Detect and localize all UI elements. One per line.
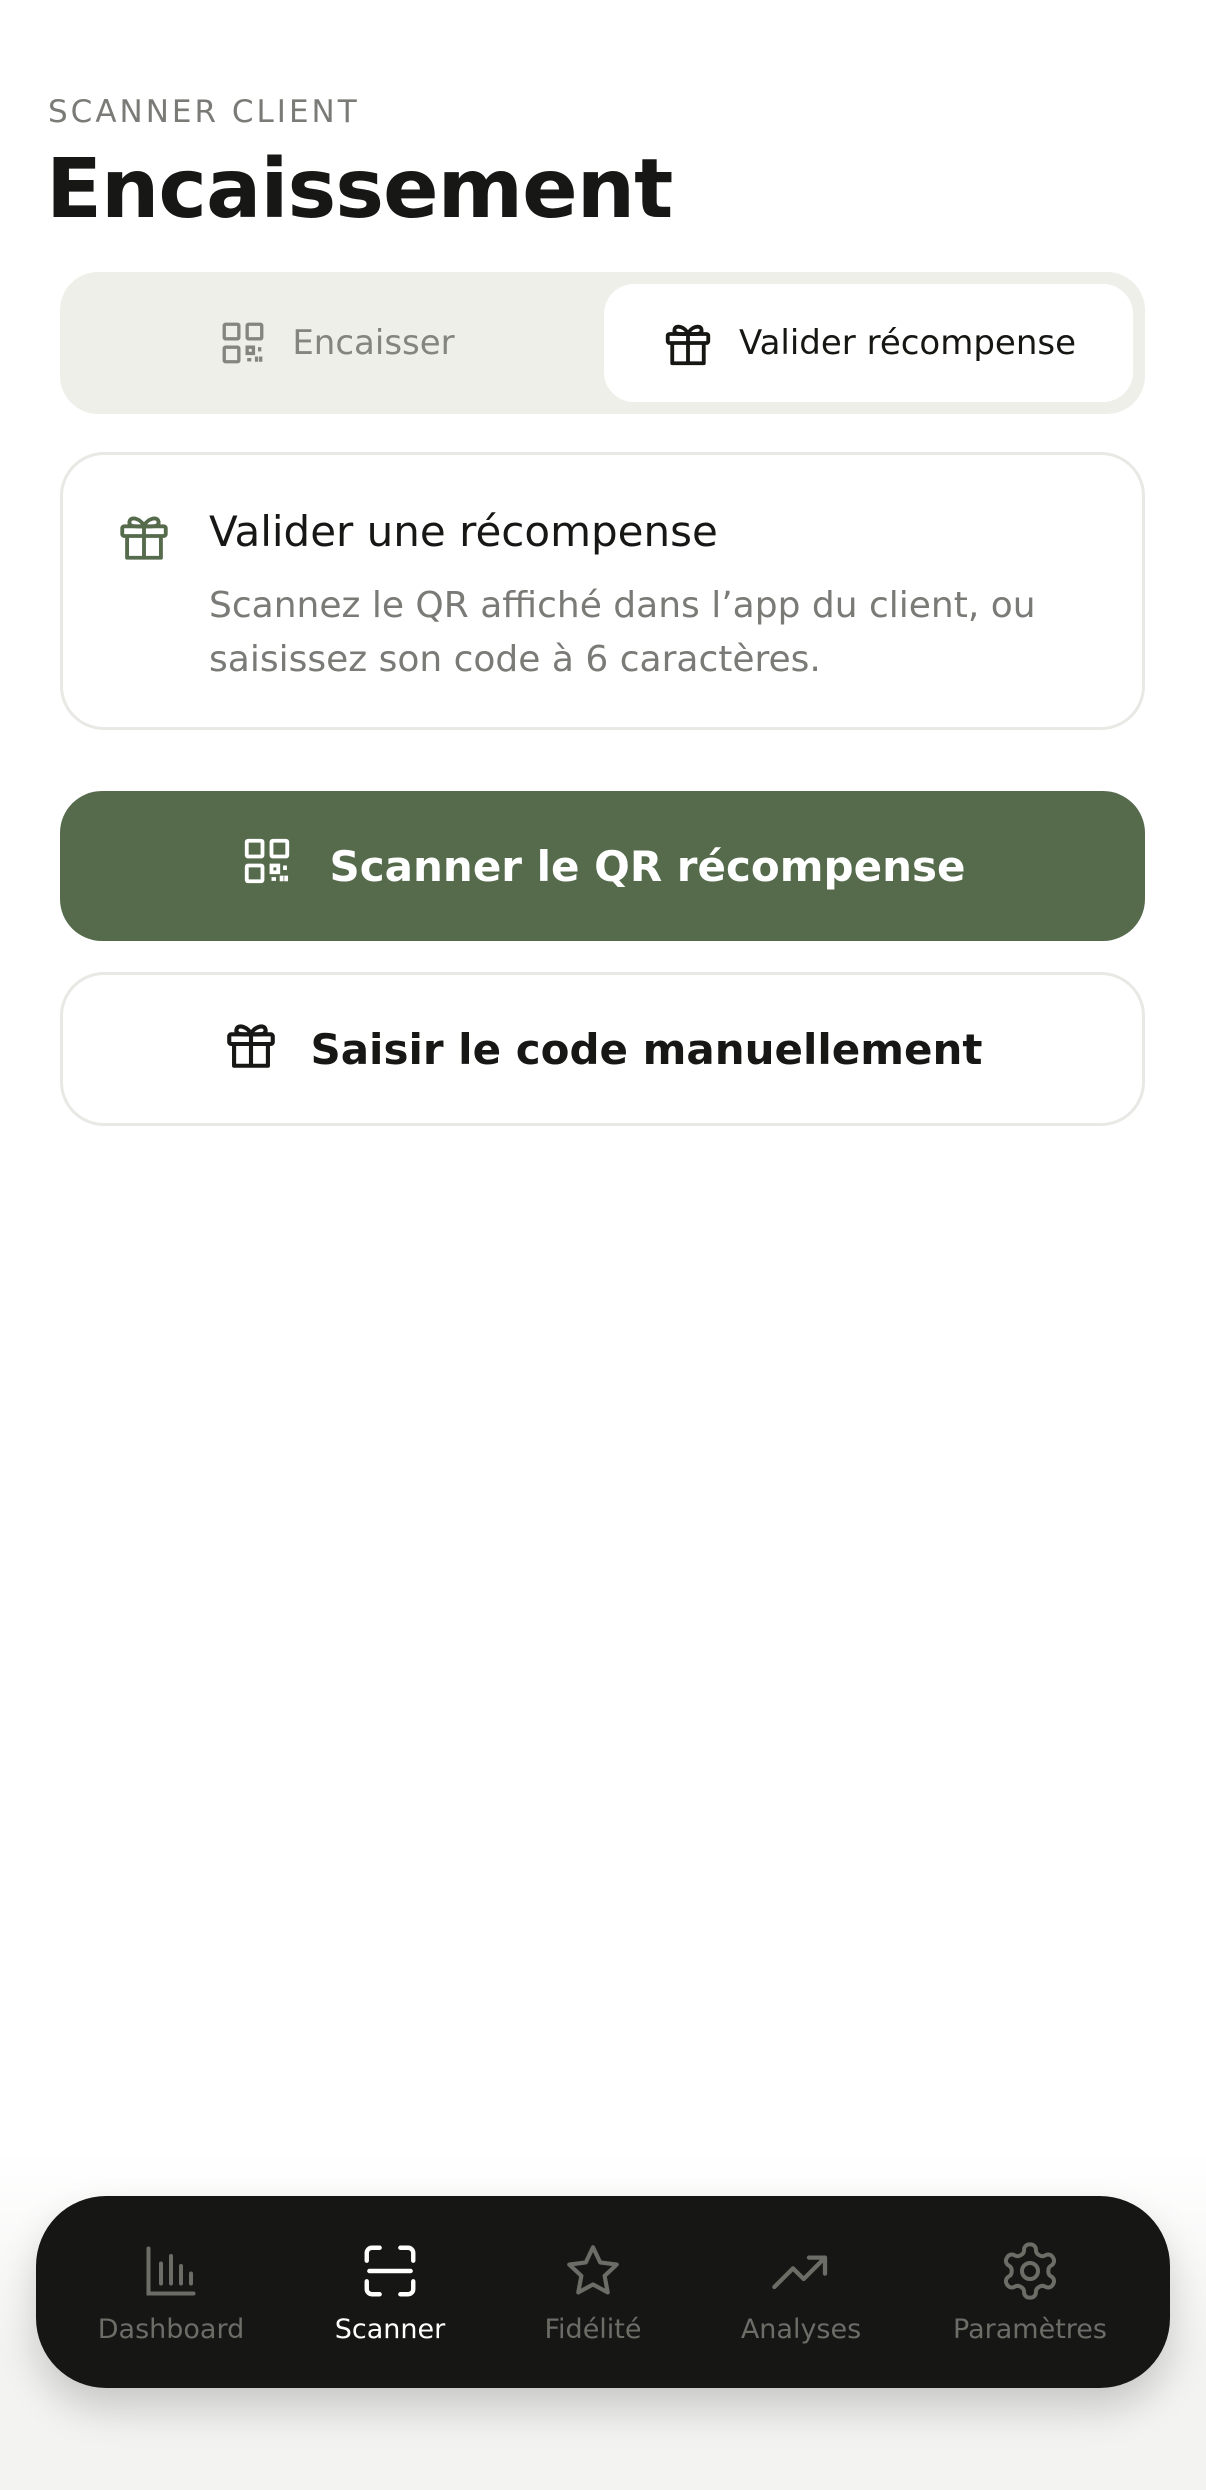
- tab-parametres[interactable]: Paramètres: [930, 2196, 1130, 2388]
- bar-chart-icon: [141, 2240, 201, 2302]
- segment-valider-label: Valider récompense: [738, 323, 1077, 363]
- manual-code-button-label: Saisir le code manuellement: [310, 1024, 983, 1074]
- manual-code-button[interactable]: Saisir le code manuellement: [60, 972, 1145, 1126]
- qr-code-icon: [218, 318, 268, 368]
- tab-dashboard[interactable]: Dashboard: [71, 2196, 271, 2388]
- page-title: Encaissement: [46, 142, 673, 237]
- tab-analyses[interactable]: Analyses: [701, 2196, 901, 2388]
- gift-icon: [115, 507, 173, 569]
- info-card: Valider une récompense Scannez le QR aff…: [60, 452, 1145, 730]
- info-card-title: Valider une récompense: [209, 507, 718, 556]
- gift-icon: [222, 1015, 280, 1083]
- tab-scanner[interactable]: Scanner: [290, 2196, 490, 2388]
- gift-icon: [661, 316, 715, 370]
- info-card-description: Scannez le QR affiché dans l’app du clie…: [209, 585, 1036, 680]
- page-eyebrow: SCANNER CLIENT: [48, 94, 360, 130]
- qr-code-icon: [240, 834, 294, 898]
- scan-qr-button[interactable]: Scanner le QR récompense: [60, 791, 1145, 941]
- segment-encaisser[interactable]: Encaisser: [72, 284, 601, 402]
- segment-encaisser-label: Encaisser: [292, 323, 455, 363]
- tab-fidelite-label: Fidélité: [544, 2314, 642, 2345]
- tab-fidelite[interactable]: Fidélité: [493, 2196, 693, 2388]
- segment-valider-recompense[interactable]: Valider récompense: [604, 284, 1133, 402]
- gear-icon: [998, 2240, 1062, 2302]
- trend-up-icon: [769, 2240, 833, 2302]
- scan-qr-button-label: Scanner le QR récompense: [329, 841, 966, 891]
- tab-analyses-label: Analyses: [740, 2314, 862, 2345]
- star-icon: [562, 2240, 624, 2302]
- tab-dashboard-label: Dashboard: [97, 2314, 245, 2345]
- mode-segmented-control: Encaisser Valider récompense: [60, 272, 1145, 414]
- bottom-tab-bar: Dashboard Scanner Fidélité Analyses Para…: [36, 2196, 1170, 2388]
- scan-icon: [359, 2240, 421, 2302]
- screen: SCANNER CLIENT Encaissement Encaisser Va…: [0, 0, 1206, 2490]
- tab-scanner-label: Scanner: [334, 2314, 446, 2345]
- tab-parametres-label: Paramètres: [953, 2314, 1107, 2345]
